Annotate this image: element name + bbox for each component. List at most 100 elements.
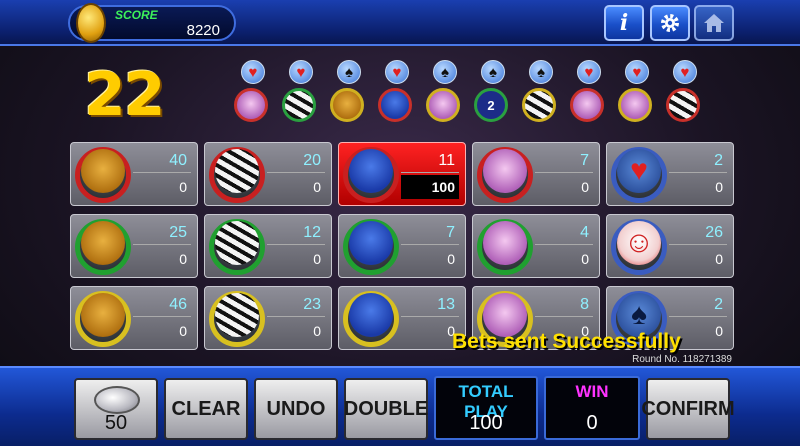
spade-suit-icon: ♠ <box>481 60 505 84</box>
heart-suit-icon: ♥ <box>241 60 265 84</box>
zebra-icon <box>666 88 700 122</box>
spade-suit-icon: ♠ <box>337 60 361 84</box>
odds-value: 4 <box>535 221 593 245</box>
odds-value: 46 <box>133 293 191 317</box>
bet-cell-lion[interactable]: 46 0 <box>70 286 198 350</box>
zebra-icon <box>522 88 556 122</box>
heart-suit-icon: ♥ <box>673 60 697 84</box>
owl-icon <box>234 88 268 122</box>
bet-cell-bird[interactable]: 11 100 <box>338 142 466 206</box>
history-entry: ♥ <box>232 60 272 124</box>
home-icon <box>704 14 724 32</box>
bet-amount: 0 <box>715 251 723 267</box>
score-value: 8220 <box>186 22 220 39</box>
odds-value: 26 <box>669 221 727 245</box>
odds-value: 7 <box>535 149 593 173</box>
owl-icon <box>483 221 527 265</box>
lion-icon <box>330 88 364 122</box>
odds-value: 2 <box>669 293 727 317</box>
bet-amount: 0 <box>447 251 455 267</box>
bet-cell-bird[interactable]: 13 0 <box>338 286 466 350</box>
odds-value: 12 <box>267 221 325 245</box>
bet-amount: 100 <box>401 175 459 199</box>
clown-icon: ☺ <box>617 221 661 265</box>
bet-amount: 0 <box>581 251 589 267</box>
odds-value: 20 <box>267 149 325 173</box>
bird-icon <box>349 221 393 265</box>
owl-icon <box>618 88 652 122</box>
chip-value: 50 <box>104 412 128 434</box>
owl-icon <box>570 88 604 122</box>
bird-icon <box>378 88 412 122</box>
total-play-panel: TOTAL PLAY 100 <box>434 376 538 440</box>
history-entry: ♠ <box>328 60 368 124</box>
history-entry: ♥ <box>616 60 656 124</box>
bet-amount: 0 <box>179 179 187 195</box>
bet-amount: 0 <box>313 179 321 195</box>
confirm-button[interactable]: CONFIRM <box>641 378 735 440</box>
total-play-value: 100 <box>469 412 503 434</box>
spade-suit-icon: ♠ <box>433 60 457 84</box>
undo-button[interactable]: UNDO <box>254 378 338 440</box>
history-entry: ♥ <box>280 60 320 124</box>
bet-cell-heart[interactable]: ♥ 2 0 <box>606 142 734 206</box>
zebra-icon <box>215 149 259 193</box>
bet-amount: 0 <box>313 251 321 267</box>
history-entry: ♠ <box>520 60 560 124</box>
odds-value: 23 <box>267 293 325 317</box>
round-number: Round No. 118271389 <box>632 354 732 365</box>
info-button[interactable]: i <box>604 5 644 41</box>
history-entry: ♥ <box>568 60 608 124</box>
bet-cell-owl[interactable]: 70 <box>472 142 600 206</box>
bet-cell-clown[interactable]: ☺ 26 0 <box>606 214 734 278</box>
heart-suit-icon: ♥ <box>385 60 409 84</box>
history-entry: ♥ <box>664 60 704 124</box>
bet-cell-lion[interactable]: 25 0 <box>70 214 198 278</box>
history-entry: ♥ <box>376 60 416 124</box>
status-message: Bets sent Successfully <box>452 330 681 353</box>
settings-button[interactable] <box>650 5 690 41</box>
lion-icon <box>81 149 125 193</box>
history-entry: ♠ 2 <box>472 60 512 124</box>
odds-value: 7 <box>401 221 459 245</box>
heart-icon: ♥ <box>617 149 661 193</box>
coin-icon <box>76 3 106 43</box>
odds-value: 40 <box>133 149 191 173</box>
bet-cell-zebra[interactable]: 23 0 <box>204 286 332 350</box>
owl-icon <box>483 149 527 193</box>
odds-value: 8 <box>535 293 593 317</box>
zebra-icon <box>215 293 259 337</box>
bet-amount: 0 <box>313 323 321 339</box>
lion-icon <box>81 221 125 265</box>
bet-amount: 0 <box>715 179 723 195</box>
bird-icon <box>349 149 393 193</box>
home-button[interactable] <box>694 5 734 41</box>
win-panel: WIN 0 <box>544 376 640 440</box>
history-entry: ♠ <box>424 60 464 124</box>
heart-suit-icon: ♥ <box>625 60 649 84</box>
bet-cell-zebra[interactable]: 20 0 <box>204 142 332 206</box>
zebra-icon <box>282 88 316 122</box>
owl-icon <box>426 88 460 122</box>
score-label: SCORE <box>115 8 158 22</box>
bet-cell-bird[interactable]: 70 <box>338 214 466 278</box>
clear-button[interactable]: CLEAR <box>164 378 248 440</box>
win-value: 0 <box>586 412 598 434</box>
history-number-badge: 2 <box>474 88 508 122</box>
bet-cell-zebra[interactable]: 12 0 <box>204 214 332 278</box>
double-button[interactable]: DOUBLE <box>344 378 428 440</box>
odds-value: 25 <box>133 221 191 245</box>
bet-amount: 0 <box>447 323 455 339</box>
chip-selector-button[interactable]: 50 <box>74 378 158 440</box>
bet-cell-owl[interactable]: 40 <box>472 214 600 278</box>
lion-icon <box>81 293 125 337</box>
bet-cell-lion[interactable]: 40 0 <box>70 142 198 206</box>
heart-suit-icon: ♥ <box>289 60 313 84</box>
odds-value: 13 <box>401 293 459 317</box>
bet-amount: 0 <box>581 179 589 195</box>
gear-icon <box>661 14 679 32</box>
spade-suit-icon: ♠ <box>529 60 553 84</box>
bet-amount: 0 <box>179 251 187 267</box>
odds-value: 11 <box>401 149 459 173</box>
zebra-icon <box>215 221 259 265</box>
